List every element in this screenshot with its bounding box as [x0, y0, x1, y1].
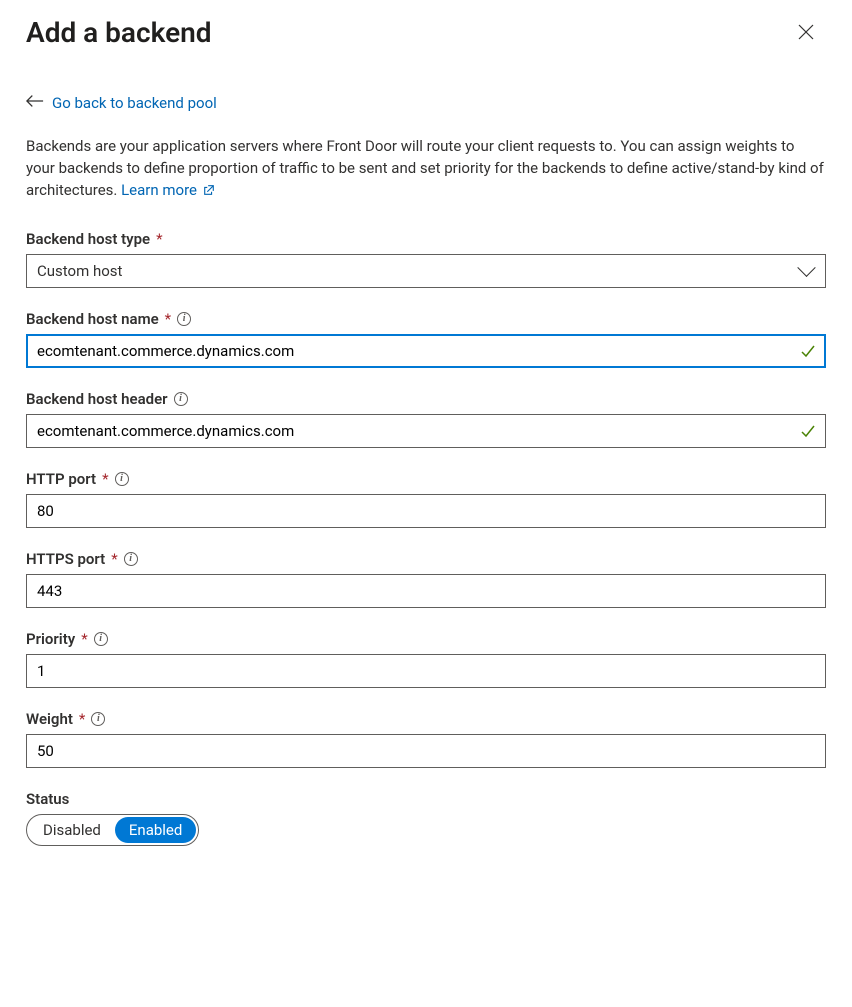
required-star: *: [79, 710, 85, 728]
label-text: HTTPS port: [26, 550, 105, 568]
label-backend-host-header: Backend host header: [26, 390, 826, 408]
status-disabled-option[interactable]: Disabled: [29, 817, 115, 843]
backend-host-header-input-wrap: [26, 414, 826, 448]
priority-input[interactable]: [26, 654, 826, 688]
info-icon[interactable]: [174, 392, 188, 406]
label-text: Backend host name: [26, 310, 159, 328]
field-backend-host-header: Backend host header: [26, 390, 826, 448]
field-weight: Weight *: [26, 710, 826, 768]
info-icon[interactable]: [124, 552, 138, 566]
backend-host-name-input[interactable]: [26, 334, 826, 368]
field-status: Status Disabled Enabled: [26, 790, 826, 846]
info-icon[interactable]: [91, 712, 105, 726]
label-priority: Priority *: [26, 630, 826, 648]
go-back-link[interactable]: Go back to backend pool: [52, 94, 217, 112]
field-http-port: HTTP port *: [26, 470, 826, 528]
required-star: *: [111, 550, 117, 568]
field-https-port: HTTPS port *: [26, 550, 826, 608]
learn-more-text: Learn more: [121, 181, 197, 199]
label-http-port: HTTP port *: [26, 470, 826, 488]
status-toggle: Disabled Enabled: [26, 814, 199, 846]
panel-header: Add a backend: [26, 12, 826, 52]
status-enabled-option[interactable]: Enabled: [115, 817, 196, 843]
label-status: Status: [26, 790, 826, 808]
close-icon: [798, 24, 814, 40]
backend-host-header-input[interactable]: [26, 414, 826, 448]
field-backend-host-type: Backend host type * Custom host: [26, 230, 826, 288]
info-icon[interactable]: [94, 632, 108, 646]
add-backend-panel: Add a backend Go back to backend pool Ba…: [0, 0, 852, 878]
required-star: *: [156, 230, 162, 248]
label-text: Weight: [26, 710, 73, 728]
backend-host-type-dropdown[interactable]: Custom host: [26, 254, 826, 288]
page-title: Add a backend: [26, 16, 212, 49]
weight-input[interactable]: [26, 734, 826, 768]
external-link-icon: [203, 181, 215, 203]
panel-description: Backends are your application servers wh…: [26, 136, 826, 202]
backend-host-name-input-wrap: [26, 334, 826, 368]
label-backend-host-name: Backend host name *: [26, 310, 826, 328]
label-text: HTTP port: [26, 470, 96, 488]
info-icon[interactable]: [115, 472, 129, 486]
required-star: *: [81, 630, 87, 648]
label-https-port: HTTPS port *: [26, 550, 826, 568]
dropdown-value: Custom host: [37, 262, 122, 280]
field-backend-host-name: Backend host name *: [26, 310, 826, 368]
https-port-input[interactable]: [26, 574, 826, 608]
field-priority: Priority *: [26, 630, 826, 688]
label-text: Backend host type: [26, 230, 150, 248]
close-button[interactable]: [786, 12, 826, 52]
required-star: *: [102, 470, 108, 488]
http-port-input[interactable]: [26, 494, 826, 528]
required-star: *: [165, 310, 171, 328]
info-icon[interactable]: [177, 312, 191, 326]
label-text: Priority: [26, 630, 75, 648]
label-text: Status: [26, 790, 69, 808]
label-text: Backend host header: [26, 390, 168, 408]
label-weight: Weight *: [26, 710, 826, 728]
label-backend-host-type: Backend host type *: [26, 230, 826, 248]
arrow-left-icon: [26, 94, 44, 112]
go-back-row: Go back to backend pool: [26, 94, 826, 112]
learn-more-link[interactable]: Learn more: [121, 181, 215, 199]
